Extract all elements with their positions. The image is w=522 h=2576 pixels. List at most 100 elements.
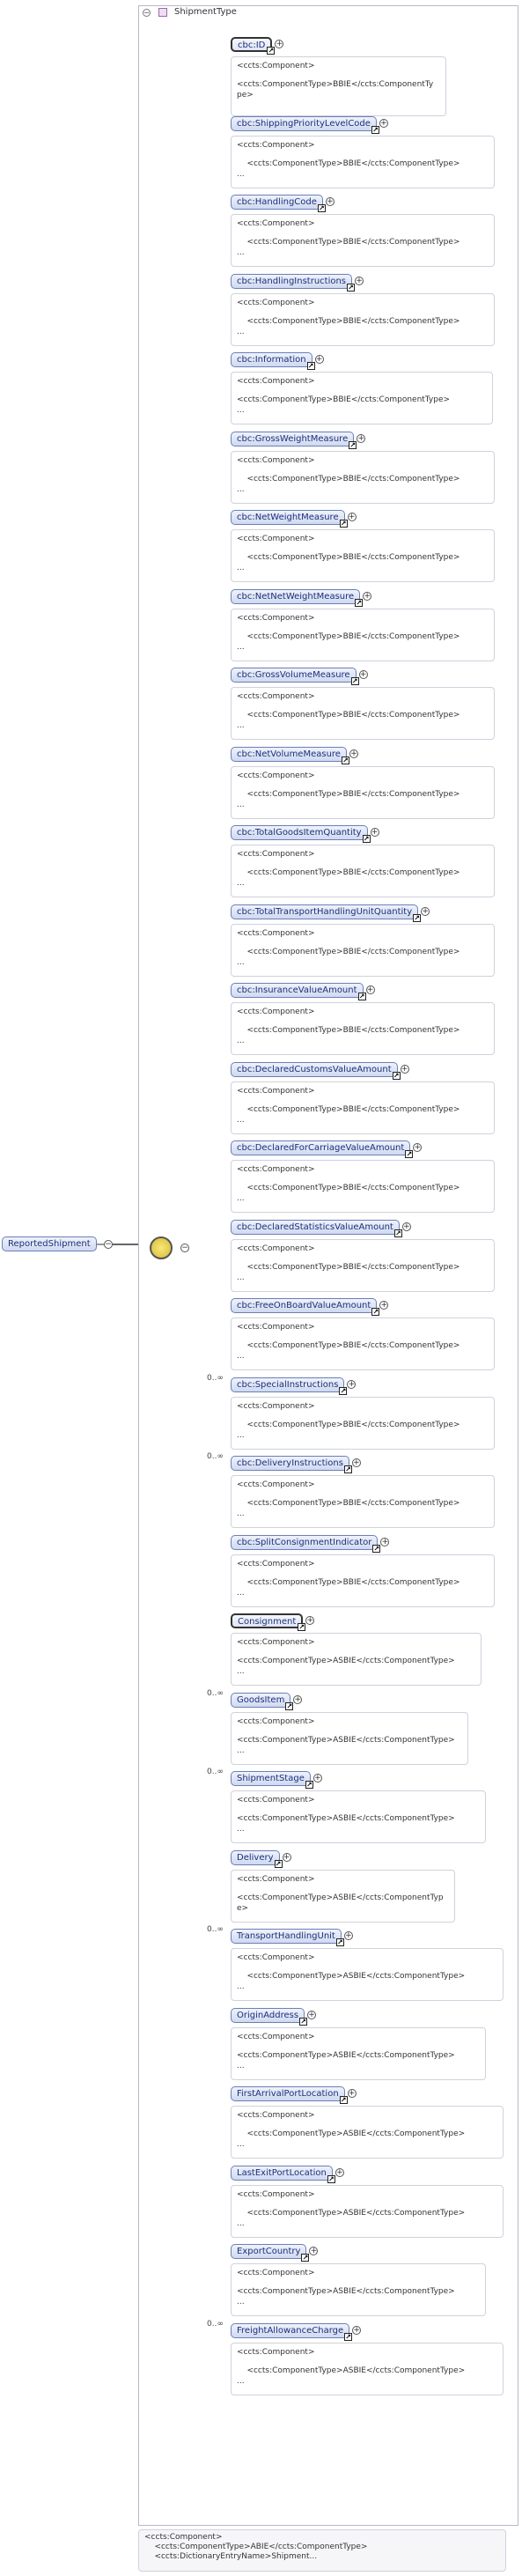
schema-element[interactable]: cbc:InsuranceValueAmount <box>231 983 364 998</box>
reference-link-icon[interactable]: ↗ <box>339 520 348 528</box>
documentation-line: ... <box>237 1509 245 1518</box>
expand-icon[interactable]: + <box>363 592 372 601</box>
root-element-reported-shipment[interactable]: ReportedShipment <box>2 1236 97 1251</box>
reference-link-icon[interactable]: ↗ <box>305 1781 313 1789</box>
reference-link-icon[interactable]: ↗ <box>392 1072 401 1080</box>
expand-icon[interactable]: + <box>325 197 335 206</box>
reference-link-icon[interactable]: ↗ <box>350 677 359 685</box>
expand-icon[interactable]: + <box>293 1695 303 1704</box>
reference-link-icon[interactable]: ↗ <box>362 835 371 843</box>
expand-icon[interactable]: + <box>309 2247 319 2255</box>
documentation-line: <ccts:Component> <box>237 377 315 386</box>
schema-element[interactable]: cbc:TotalTransportHandlingUnitQuantity <box>231 904 419 919</box>
schema-element[interactable]: cbc:TotalGoodsItemQuantity <box>231 825 368 840</box>
schema-element[interactable]: cbc:HandlingInstructions <box>231 274 353 289</box>
schema-element[interactable]: LastExitPortLocation <box>231 2166 333 2181</box>
expand-icon[interactable]: + <box>413 1143 423 1152</box>
schema-element[interactable]: FreightAllowanceCharge <box>231 2323 350 2338</box>
schema-element[interactable]: cbc:NetVolumeMeasure <box>231 747 347 762</box>
reference-link-icon[interactable]: ↗ <box>339 2096 348 2104</box>
schema-element[interactable]: Consignment <box>231 1613 304 1628</box>
expand-icon[interactable]: + <box>282 1853 291 1862</box>
documentation-line: ... <box>237 1273 245 1282</box>
schema-element[interactable]: Delivery <box>231 1850 280 1865</box>
expand-icon[interactable]: + <box>351 1458 361 1467</box>
schema-element-label: cbc:ShippingPriorityLevelCode <box>237 119 371 129</box>
expand-icon[interactable]: + <box>355 277 364 285</box>
expand-icon[interactable]: + <box>401 1222 411 1231</box>
reference-link-icon[interactable]: ↗ <box>341 757 349 764</box>
reference-link-icon[interactable]: ↗ <box>343 1465 352 1473</box>
expand-icon[interactable]: + <box>370 828 379 837</box>
schema-element[interactable]: cbc:NetNetWeightMeasure <box>231 589 361 604</box>
schema-element[interactable]: GoodsItem <box>231 1693 291 1708</box>
schema-element[interactable]: cbc:DeclaredForCarriageValueAmount <box>231 1140 411 1155</box>
schema-element[interactable]: cbc:ID <box>231 37 273 52</box>
reference-link-icon[interactable]: ↗ <box>349 441 357 449</box>
expand-icon[interactable]: + <box>380 1538 390 1546</box>
reference-link-icon[interactable]: ↗ <box>372 1545 381 1553</box>
expand-icon[interactable]: + <box>347 2089 357 2098</box>
expand-icon[interactable]: + <box>365 985 375 994</box>
reference-link-icon[interactable]: ↗ <box>298 1623 306 1631</box>
expand-icon[interactable]: + <box>347 513 357 521</box>
expand-icon[interactable]: + <box>400 1065 409 1074</box>
expand-icon[interactable]: + <box>307 2011 317 2019</box>
schema-element[interactable]: cbc:Information <box>231 352 312 367</box>
root-expand-icon[interactable]: − <box>104 1240 113 1249</box>
expand-icon[interactable]: + <box>352 2326 362 2335</box>
schema-element[interactable]: cbc:ShippingPriorityLevelCode <box>231 116 377 131</box>
reference-link-icon[interactable]: ↗ <box>299 2018 308 2026</box>
expand-icon[interactable]: + <box>421 907 430 916</box>
schema-element[interactable]: FirstArrivalPortLocation <box>231 2086 345 2101</box>
expand-icon[interactable]: + <box>347 1380 357 1389</box>
schema-element[interactable]: cbc:HandlingCode <box>231 195 323 210</box>
expand-icon[interactable]: + <box>343 1931 353 1940</box>
reference-link-icon[interactable]: ↗ <box>393 1229 402 1237</box>
expand-icon[interactable]: + <box>312 1774 322 1783</box>
reference-link-icon[interactable]: ↗ <box>301 2254 310 2262</box>
reference-link-icon[interactable]: ↗ <box>267 47 276 55</box>
reference-link-icon[interactable]: ↗ <box>335 1938 344 1946</box>
expand-icon[interactable]: + <box>357 434 366 443</box>
reference-link-icon[interactable]: ↗ <box>357 993 366 1000</box>
reference-link-icon[interactable]: ↗ <box>371 1308 380 1316</box>
schema-element[interactable]: cbc:DeliveryInstructions <box>231 1456 349 1471</box>
schema-element[interactable]: cbc:SpecialInstructions <box>231 1377 345 1392</box>
collapse-icon[interactable]: − <box>143 9 151 17</box>
schema-element[interactable]: cbc:NetWeightMeasure <box>231 510 345 525</box>
schema-element[interactable]: cbc:GrossVolumeMeasure <box>231 668 357 683</box>
schema-element[interactable]: ShipmentStage <box>231 1771 311 1786</box>
reference-link-icon[interactable]: ↗ <box>339 1387 348 1395</box>
reference-link-icon[interactable]: ↗ <box>285 1702 294 1710</box>
expand-icon[interactable]: + <box>305 1616 315 1625</box>
documentation-line: <ccts:ComponentType>ASBIE</ccts:Componen… <box>237 2051 455 2060</box>
expand-icon[interactable]: + <box>379 119 388 128</box>
schema-element[interactable]: OriginAddress <box>231 2008 305 2023</box>
schema-element[interactable]: TransportHandlingUnit <box>231 1929 342 1944</box>
reference-link-icon[interactable]: ↗ <box>347 284 356 292</box>
expand-icon[interactable]: + <box>335 2168 344 2177</box>
reference-link-icon[interactable]: ↗ <box>317 204 326 212</box>
reference-link-icon[interactable]: ↗ <box>327 2175 335 2183</box>
expand-icon[interactable]: + <box>349 749 358 758</box>
reference-link-icon[interactable]: ↗ <box>405 1150 414 1158</box>
reference-link-icon[interactable]: ↗ <box>371 126 379 134</box>
expand-icon[interactable]: + <box>379 1301 389 1310</box>
documentation-line: <ccts:Component> <box>237 2348 315 2357</box>
schema-element[interactable]: cbc:FreeOnBoardValueAmount <box>231 1298 378 1313</box>
reference-link-icon[interactable]: ↗ <box>306 362 315 370</box>
reference-link-icon[interactable]: ↗ <box>344 2333 353 2341</box>
schema-element[interactable]: cbc:DeclaredCustomsValueAmount <box>231 1062 398 1077</box>
expand-icon[interactable]: + <box>314 355 324 364</box>
expand-icon[interactable]: + <box>358 670 368 679</box>
reference-link-icon[interactable]: ↗ <box>355 599 364 607</box>
schema-element[interactable]: cbc:GrossWeightMeasure <box>231 432 355 447</box>
schema-element[interactable]: cbc:DeclaredStatisticsValueAmount <box>231 1220 400 1235</box>
reference-link-icon[interactable]: ↗ <box>274 1860 283 1868</box>
schema-element[interactable]: cbc:SplitConsignmentIndicator <box>231 1535 379 1550</box>
sequence-expand-icon[interactable]: − <box>180 1244 189 1252</box>
schema-element[interactable]: ExportCountry <box>231 2244 307 2259</box>
reference-link-icon[interactable]: ↗ <box>413 914 422 922</box>
expand-icon[interactable]: + <box>275 40 284 48</box>
